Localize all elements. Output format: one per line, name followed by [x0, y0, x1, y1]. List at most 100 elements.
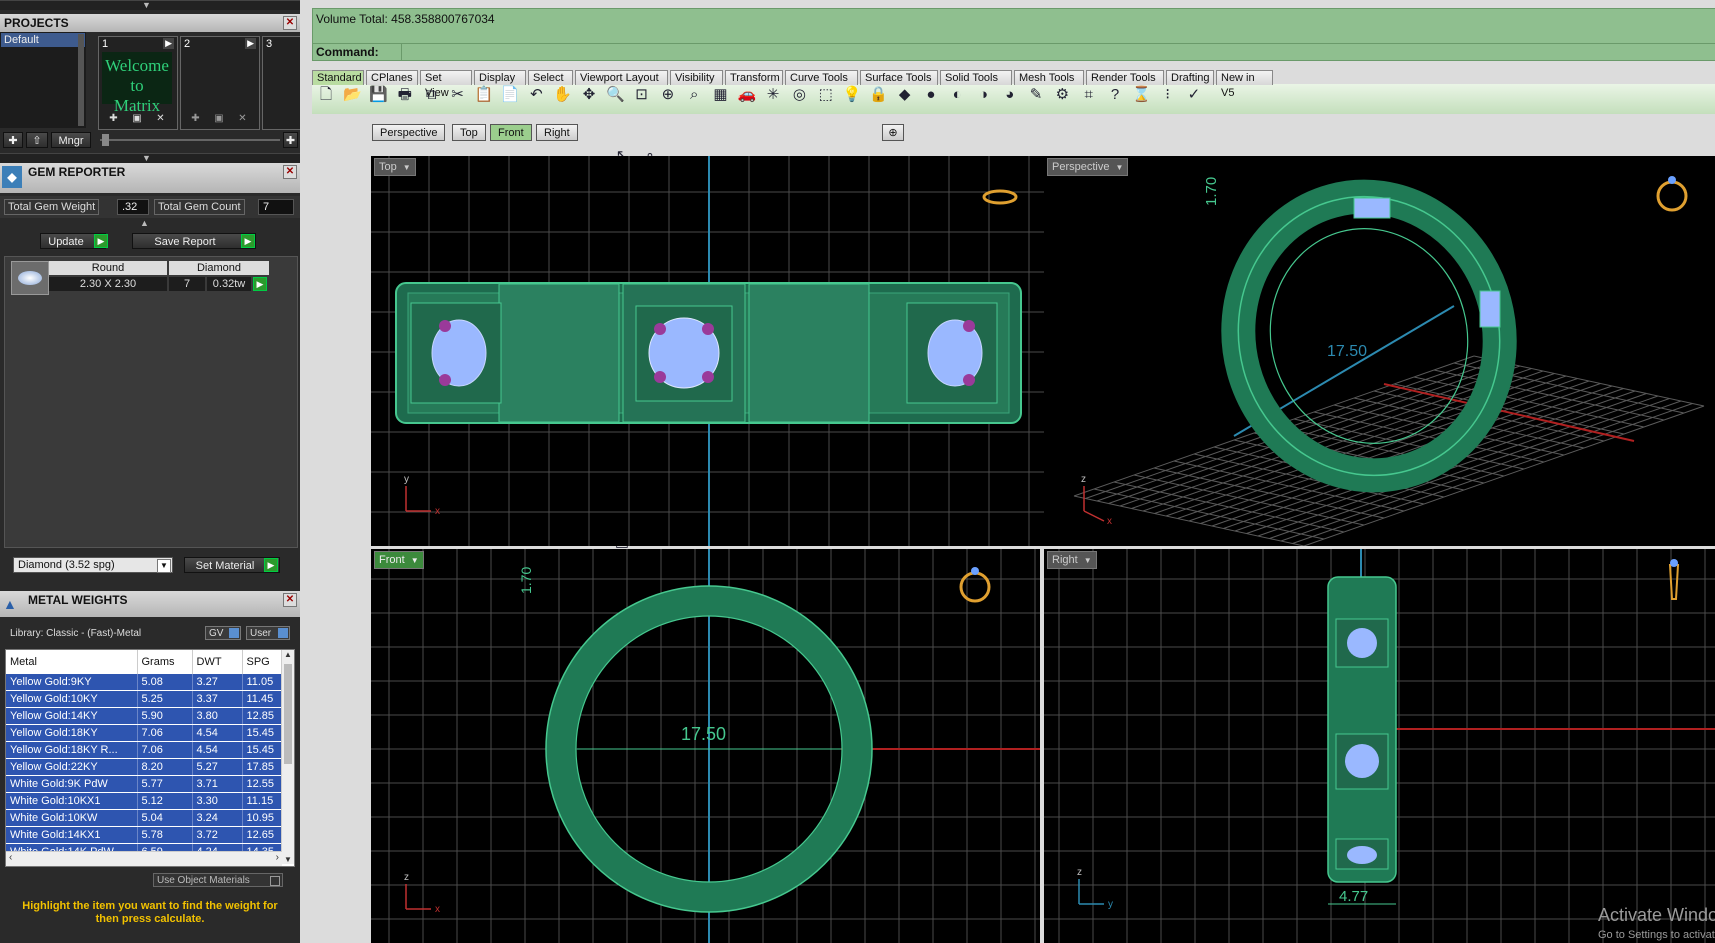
- close-icon[interactable]: ✕: [283, 16, 297, 30]
- target-icon[interactable]: ◎: [788, 84, 810, 106]
- sphere-icon[interactable]: ◐: [946, 84, 968, 106]
- copy-icon[interactable]: ⧉: [420, 84, 442, 106]
- toolbar-tab[interactable]: Viewport Layout: [575, 70, 668, 85]
- table-row[interactable]: White Gold:9K PdW 5.77 3.71 12.55: [6, 775, 282, 793]
- move-icon[interactable]: ✥: [578, 84, 600, 106]
- use-object-materials-checkbox[interactable]: Use Object Materials: [153, 873, 283, 887]
- go-icon[interactable]: ▶: [94, 234, 108, 248]
- table-row[interactable]: White Gold:10KX1 5.12 3.30 11.15: [6, 792, 282, 810]
- checkbox-icon[interactable]: [270, 876, 280, 886]
- table-row[interactable]: Yellow Gold:18KY R... 7.06 4.54 15.45: [6, 741, 282, 759]
- scroll-right-icon[interactable]: ›: [276, 852, 279, 863]
- viewport-tab[interactable]: Perspective: [372, 124, 446, 141]
- table-row[interactable]: Yellow Gold:10KY 5.25 3.37 11.45: [6, 690, 282, 708]
- toolbar-tab[interactable]: Standard: [312, 70, 364, 85]
- check-icon[interactable]: ✓: [1183, 84, 1205, 106]
- pencil-icon[interactable]: ✎: [1025, 84, 1047, 106]
- chevron-down-icon[interactable]: ▼: [1084, 553, 1092, 569]
- zoom-slider[interactable]: [100, 139, 280, 141]
- go-icon[interactable]: ▶: [253, 277, 267, 291]
- delete-icon[interactable]: ✕: [156, 113, 164, 127]
- play-icon[interactable]: ▶: [245, 38, 256, 49]
- column-header[interactable]: DWT: [192, 650, 243, 674]
- car-icon[interactable]: 🚗: [736, 84, 758, 106]
- material-select[interactable]: Diamond (3.52 spg) ▼: [13, 557, 173, 573]
- shaded-sphere-icon[interactable]: ◑: [973, 84, 995, 106]
- snap-icon[interactable]: ✳: [762, 84, 784, 106]
- viewport-tab[interactable]: Front: [490, 124, 532, 141]
- save-icon[interactable]: ▣: [214, 113, 223, 127]
- print-icon[interactable]: 🖶: [394, 84, 416, 106]
- viewport-tab[interactable]: Top: [452, 124, 486, 141]
- toolbar-tab[interactable]: Set View: [420, 70, 472, 99]
- viewport-front[interactable]: 17.50 1.70 x z Front ▼: [371, 549, 1040, 943]
- scroll-left-icon[interactable]: ‹: [9, 852, 12, 863]
- open-folder-icon[interactable]: 📂: [341, 84, 363, 106]
- column-header[interactable]: Metal: [6, 650, 138, 674]
- chevron-down-icon[interactable]: ▼: [403, 160, 411, 176]
- project-list-item[interactable]: Default: [1, 33, 85, 47]
- scrollbar-thumb[interactable]: [284, 664, 292, 764]
- gv-toggle[interactable]: GV: [205, 626, 241, 640]
- toolbar-tab[interactable]: Curve Tools: [785, 70, 858, 85]
- scroll-up-icon[interactable]: ▲: [282, 650, 294, 659]
- column-header[interactable]: Grams: [137, 650, 193, 674]
- zoom-icon[interactable]: ⌕: [683, 84, 705, 106]
- up-arrow-icon[interactable]: ⇧: [26, 132, 48, 148]
- chevron-down-icon[interactable]: ▼: [1115, 160, 1123, 176]
- delete-icon[interactable]: ✕: [238, 113, 246, 127]
- table-row[interactable]: Yellow Gold:9KY 5.08 3.27 11.05: [6, 674, 282, 691]
- toolbar-tab[interactable]: Mesh Tools: [1014, 70, 1084, 85]
- toolbar-tab[interactable]: CPlanes: [366, 70, 418, 85]
- material-icon[interactable]: ◆: [894, 84, 916, 106]
- render-sphere-icon[interactable]: ◕: [999, 84, 1021, 106]
- layout-icon[interactable]: ⌗: [1078, 84, 1100, 106]
- scroll-down-icon[interactable]: ▼: [282, 855, 294, 864]
- table-scrollbar[interactable]: ▲ ▼: [281, 650, 294, 864]
- cut-icon[interactable]: ✂: [447, 84, 469, 106]
- collapse-icon[interactable]: ▲: [140, 218, 149, 228]
- table-row[interactable]: Yellow Gold:22KY 8.20 5.27 17.85: [6, 758, 282, 776]
- toolbar-tab[interactable]: Drafting: [1166, 70, 1214, 85]
- lock-icon[interactable]: 🔒: [867, 84, 889, 106]
- pan-hand-icon[interactable]: ✋: [552, 84, 574, 106]
- panel-splitter-top[interactable]: ▼: [0, 0, 300, 10]
- go-icon[interactable]: ▶: [264, 558, 278, 572]
- table-row[interactable]: White Gold:14KX1 5.78 3.72 12.65: [6, 826, 282, 844]
- viewport-perspective[interactable]: 17.50 1.70 x z Perspective ▼: [1044, 156, 1715, 546]
- viewport-label-front[interactable]: Front ▼: [374, 551, 424, 569]
- chevron-down-icon[interactable]: ▼: [157, 559, 171, 573]
- table-row[interactable]: Yellow Gold:18KY 7.06 4.54 15.45: [6, 724, 282, 742]
- table-row[interactable]: White Gold:10KW 5.04 3.24 10.95: [6, 809, 282, 827]
- color-wheel-icon[interactable]: ●: [920, 84, 942, 106]
- zoom-slider-thumb[interactable]: [102, 134, 109, 146]
- add-icon[interactable]: ✚: [109, 113, 117, 127]
- viewport-label-right[interactable]: Right ▼: [1047, 551, 1097, 569]
- column-header[interactable]: SPG: [242, 650, 282, 674]
- go-icon[interactable]: ▶: [241, 234, 255, 248]
- save-icon[interactable]: ▣: [132, 113, 141, 127]
- select-icon[interactable]: ⬚: [815, 84, 837, 106]
- toolbar-tab[interactable]: Visibility: [670, 70, 723, 85]
- toolbar-tab[interactable]: Surface Tools: [860, 70, 938, 85]
- dots-icon[interactable]: ⁝: [1157, 84, 1179, 106]
- close-icon[interactable]: ✕: [283, 165, 297, 179]
- gem-thumbnail[interactable]: [11, 261, 49, 295]
- toolbar-tab[interactable]: Display: [474, 70, 526, 85]
- zoom-extents-icon[interactable]: ⊡: [631, 84, 653, 106]
- viewport-right[interactable]: 4.77 y z Right ▼: [1044, 549, 1715, 943]
- chevron-down-icon[interactable]: ▼: [411, 553, 419, 569]
- add-icon[interactable]: ✚: [191, 113, 199, 127]
- project-thumb-3[interactable]: 3: [262, 36, 301, 130]
- close-icon[interactable]: ✕: [283, 593, 297, 607]
- save-icon[interactable]: 💾: [368, 84, 390, 106]
- play-icon[interactable]: ▶: [163, 38, 174, 49]
- project-list-scrollbar[interactable]: [78, 34, 84, 126]
- viewport-label-perspective[interactable]: Perspective ▼: [1047, 158, 1129, 176]
- zoom-in-icon[interactable]: ⊕: [657, 84, 679, 106]
- help-icon[interactable]: ?: [1104, 84, 1126, 106]
- project-thumb-2[interactable]: 2 ▶ ✚ ▣ ✕: [180, 36, 260, 130]
- manager-button[interactable]: Mngr: [51, 132, 91, 148]
- add-viewport-icon[interactable]: ⊕: [882, 124, 904, 141]
- toolbar-tab[interactable]: Solid Tools: [940, 70, 1012, 85]
